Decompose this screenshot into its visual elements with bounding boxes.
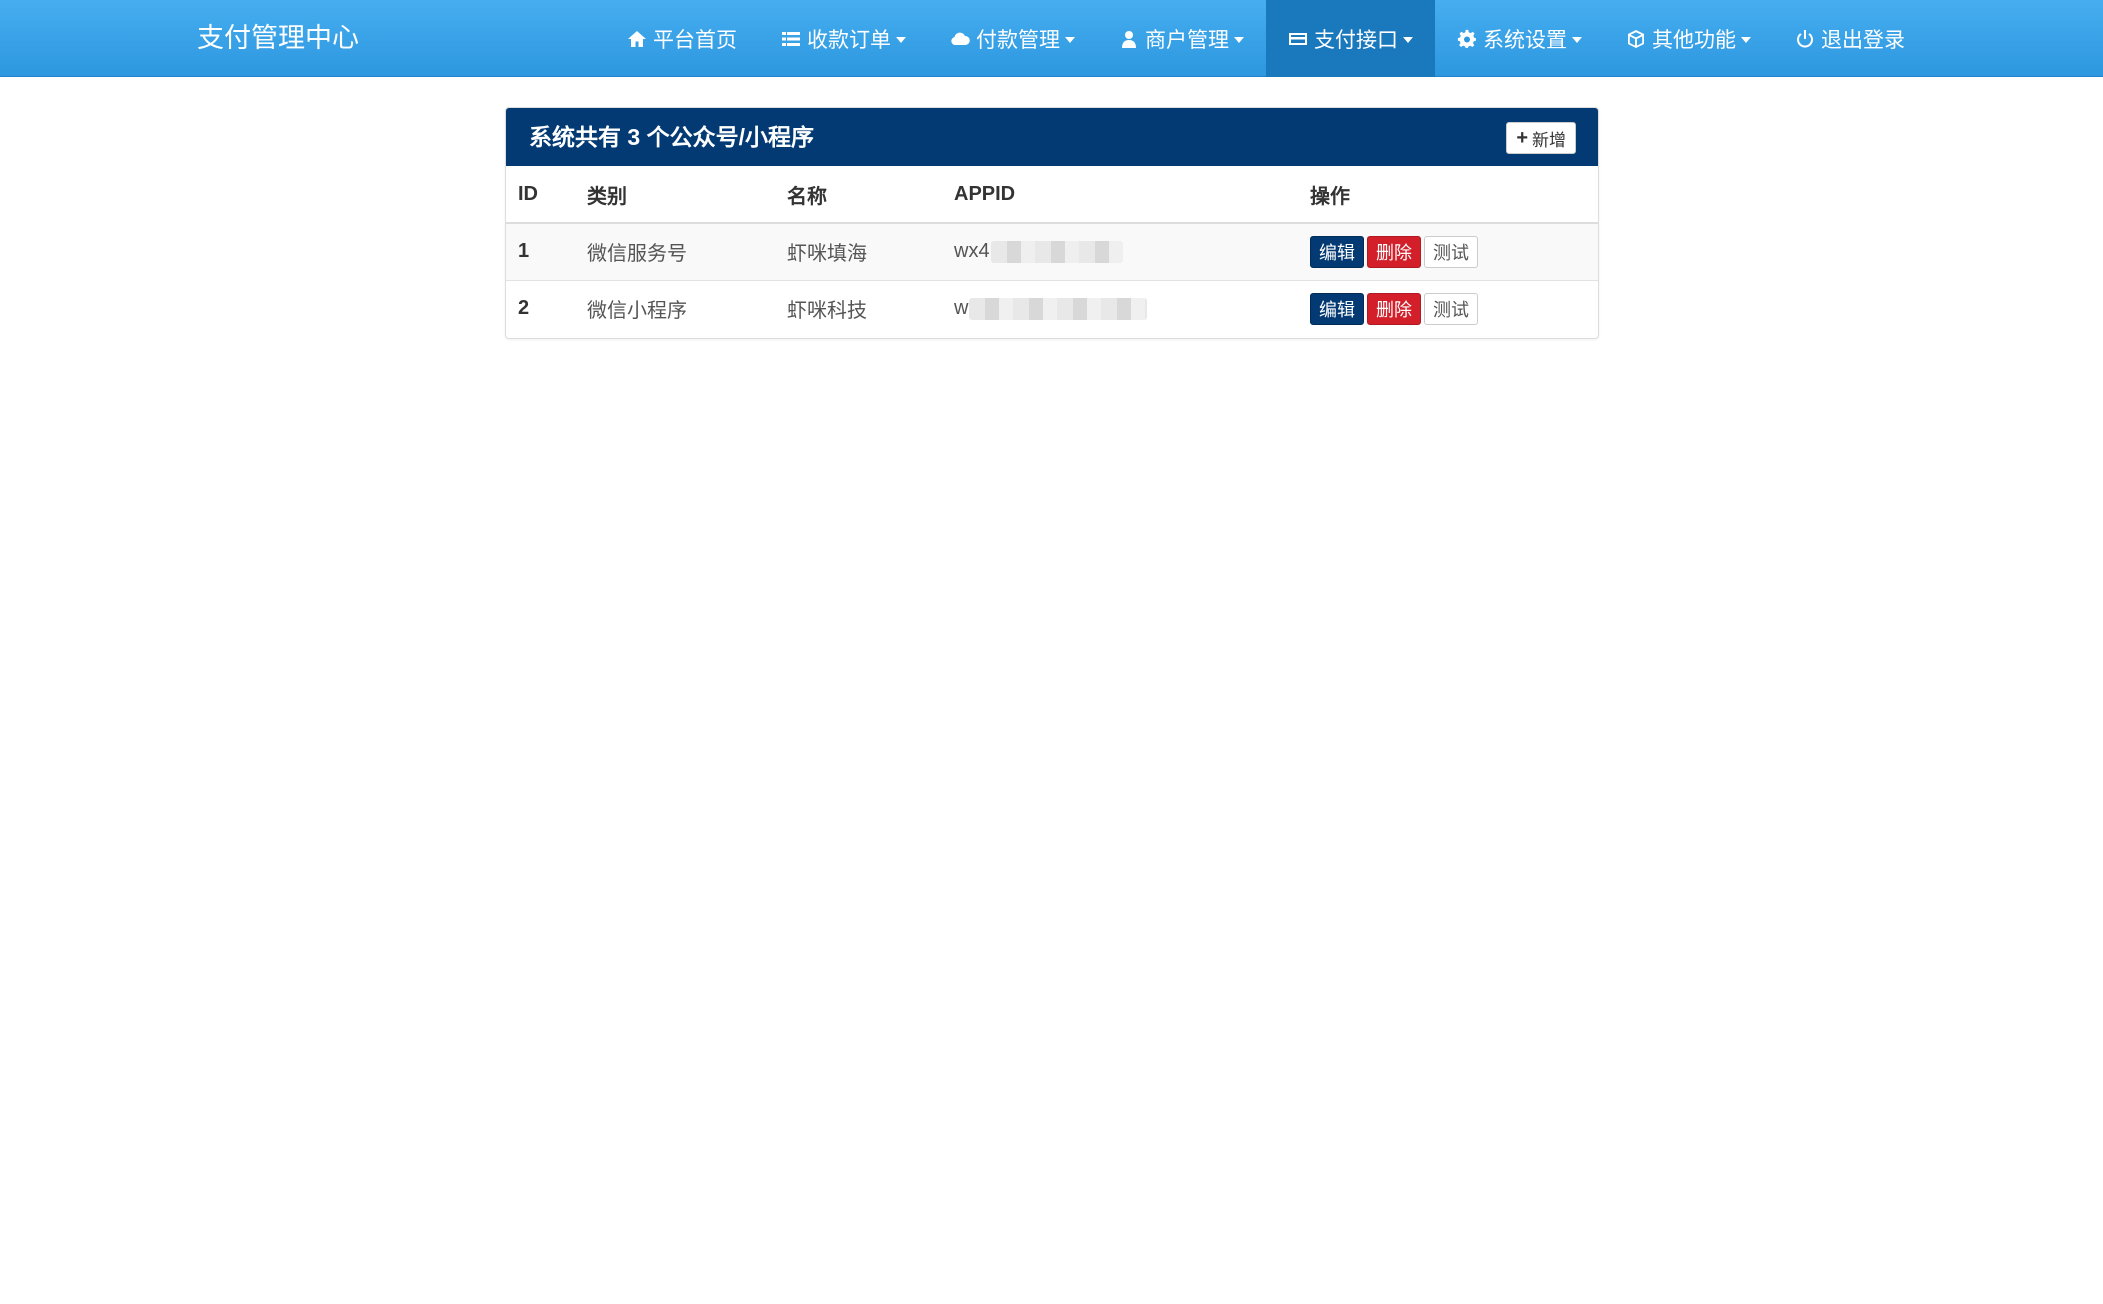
panel-heading: 系统共有 3 个公众号/小程序 + 新增	[506, 108, 1598, 166]
home-icon	[627, 29, 647, 49]
caret-down-icon	[1403, 37, 1413, 43]
test-button[interactable]: 测试	[1424, 292, 1478, 325]
delete-button[interactable]: 删除	[1367, 235, 1421, 268]
cell-type: 微信服务号	[575, 222, 775, 280]
cell-id: 2	[506, 279, 575, 337]
brand-title[interactable]: 支付管理中心	[197, 0, 359, 77]
table-row: 1 微信服务号 虾咪填海 wx4 编辑 删除 测试	[506, 222, 1598, 280]
top-navbar: 支付管理中心 平台首页 收款订单 付款管理 商户管理 支付接口 系统设置 其他功…	[0, 0, 2103, 77]
column-header-type: 类别	[575, 166, 775, 224]
nav-item-home[interactable]: 平台首页	[605, 0, 759, 77]
cell-name: 虾咪科技	[775, 279, 942, 337]
nav-item-label: 其他功能	[1652, 28, 1736, 52]
nav-item-label: 付款管理	[976, 28, 1060, 52]
nav-item-label: 收款订单	[807, 28, 891, 52]
cloud-icon	[950, 29, 970, 49]
nav-item-label: 平台首页	[653, 28, 737, 52]
edit-button[interactable]: 编辑	[1310, 235, 1364, 268]
user-icon	[1119, 29, 1139, 49]
nav-item-other[interactable]: 其他功能	[1604, 0, 1773, 77]
caret-down-icon	[1065, 37, 1075, 43]
panel-title: 系统共有 3 个公众号/小程序	[529, 124, 814, 150]
column-header-id: ID	[506, 166, 575, 224]
cell-id: 1	[506, 222, 575, 280]
nav-item-label: 支付接口	[1314, 28, 1398, 52]
cell-appid: wx4	[942, 222, 1298, 280]
appid-text: w	[954, 297, 969, 320]
caret-down-icon	[1741, 37, 1751, 43]
delete-button[interactable]: 删除	[1367, 292, 1421, 325]
gear-icon	[1457, 29, 1477, 49]
nav-item-payment-interface[interactable]: 支付接口	[1266, 0, 1435, 77]
caret-down-icon	[1234, 37, 1244, 43]
caret-down-icon	[896, 37, 906, 43]
appid-table: ID 类别 名称 APPID 操作 1 微信服务号 虾咪填海 wx4 编辑 删除…	[506, 166, 1598, 337]
cell-actions: 编辑 删除 测试	[1298, 279, 1598, 337]
add-button[interactable]: + 新增	[1506, 122, 1576, 154]
column-header-appid: APPID	[942, 166, 1298, 224]
column-header-actions: 操作	[1298, 166, 1598, 224]
main-nav: 平台首页 收款订单 付款管理 商户管理 支付接口 系统设置 其他功能 退出登录	[605, 0, 1927, 77]
nav-item-payments[interactable]: 付款管理	[928, 0, 1097, 77]
cell-appid: w	[942, 279, 1298, 337]
nav-item-merchants[interactable]: 商户管理	[1097, 0, 1266, 77]
add-button-label: 新增	[1532, 130, 1566, 150]
appid-redaction	[990, 240, 1123, 263]
plus-icon: +	[1516, 127, 1528, 149]
nav-item-label: 退出登录	[1821, 28, 1905, 52]
cell-type: 微信小程序	[575, 279, 775, 337]
test-button[interactable]: 测试	[1424, 235, 1478, 268]
cell-name: 虾咪填海	[775, 222, 942, 280]
table-row: 2 微信小程序 虾咪科技 w 编辑 删除 测试	[506, 279, 1598, 337]
column-header-name: 名称	[775, 166, 942, 224]
cell-actions: 编辑 删除 测试	[1298, 222, 1598, 280]
power-icon	[1795, 29, 1815, 49]
nav-item-label: 系统设置	[1483, 28, 1567, 52]
edit-button[interactable]: 编辑	[1310, 292, 1364, 325]
nav-item-logout[interactable]: 退出登录	[1773, 0, 1927, 77]
appid-panel: 系统共有 3 个公众号/小程序 + 新增 ID 类别 名称 APPID 操作 1…	[505, 107, 1599, 339]
appid-text: wx4	[954, 240, 990, 263]
nav-item-label: 商户管理	[1145, 28, 1229, 52]
nav-item-orders[interactable]: 收款订单	[759, 0, 928, 77]
appid-redaction	[969, 297, 1148, 320]
table-header-row: ID 类别 名称 APPID 操作	[506, 166, 1598, 224]
credit-card-icon	[1288, 29, 1308, 49]
caret-down-icon	[1572, 37, 1582, 43]
cube-icon	[1626, 29, 1646, 49]
nav-item-settings[interactable]: 系统设置	[1435, 0, 1604, 77]
list-icon	[781, 29, 801, 49]
